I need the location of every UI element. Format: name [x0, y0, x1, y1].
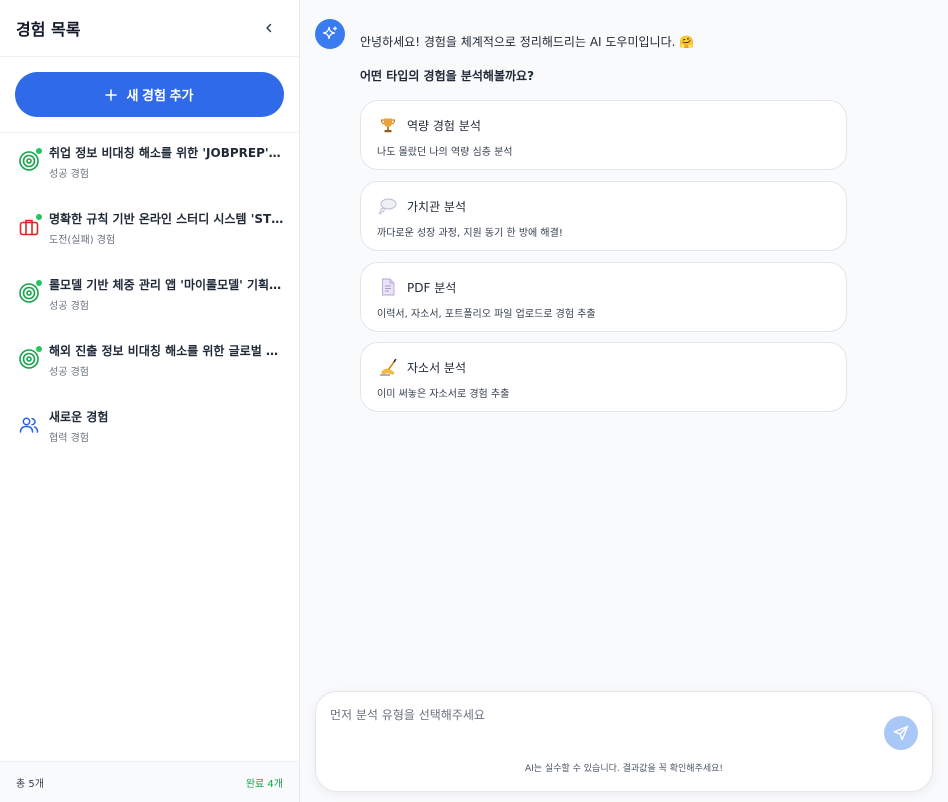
target-icon — [18, 148, 42, 172]
sparkle-icon — [322, 26, 338, 40]
writing-hand-icon — [377, 357, 399, 377]
add-experience-label: 새 경험 추가 — [126, 88, 194, 103]
experience-type: 성공 경험 — [49, 169, 89, 180]
experience-type: 성공 경험 — [49, 301, 89, 312]
experience-item[interactable]: 새로운 경험 협력 경험 — [0, 408, 299, 474]
total-count: 총 5개 — [16, 778, 44, 790]
chat-panel: 안녕하세요! 경험을 체계적으로 정리해드리는 AI 도우미입니다. 🤗 어떤 … — [300, 0, 948, 802]
completed-dot — [36, 346, 42, 352]
add-experience-button[interactable]: 새 경험 추가 — [15, 72, 284, 117]
option-description: 까다로운 성장 과정, 지원 동기 한 방에 해결! — [377, 228, 563, 239]
briefcase-icon — [18, 214, 42, 238]
send-icon — [893, 725, 909, 741]
users-icon — [18, 414, 40, 436]
experience-item[interactable]: 롤모델 기반 체중 관리 앱 '마이롤모델' 기획 및 개발 성공 경험 — [0, 276, 299, 342]
sidebar-title: 경험 목록 — [16, 20, 81, 39]
option-label: 자소서 분석 — [407, 360, 467, 375]
ai-greeting: 안녕하세요! 경험을 체계적으로 정리해드리는 AI 도우미입니다. 🤗 — [360, 35, 695, 49]
target-icon — [18, 280, 42, 304]
analysis-option-pdf[interactable]: PDF 분석 이력서, 자소서, 포트폴리오 파일 업로드로 경험 추출 — [360, 262, 847, 332]
experience-title: 해외 진출 정보 비대칭 해소를 위한 글로벌 플랫폼 기획 — [49, 344, 284, 358]
message-input[interactable] — [330, 706, 870, 736]
option-description: 나도 몰랐던 나의 역량 심층 분석 — [377, 147, 513, 158]
experience-item[interactable]: 명확한 규칙 기반 온라인 스터디 시스템 'STUDY' 운영 도전(실패) … — [0, 210, 299, 276]
analysis-option-competency[interactable]: 역량 경험 분석 나도 몰랐던 나의 역량 심층 분석 — [360, 100, 847, 170]
experience-type: 도전(실패) 경험 — [49, 235, 116, 246]
plus-icon — [105, 88, 118, 101]
option-label: 가치관 분석 — [407, 199, 467, 214]
chevron-left-icon — [266, 23, 272, 33]
collapse-sidebar-button[interactable] — [257, 16, 281, 40]
experience-type: 협력 경험 — [49, 433, 89, 444]
completed-dot — [36, 280, 42, 286]
experience-item[interactable]: 취업 정보 비대칭 해소를 위한 'JOBPREP' 서비스 기획 성공 경험 — [0, 144, 299, 210]
sidebar-header: 경험 목록 — [0, 0, 299, 57]
option-label: PDF 분석 — [407, 280, 457, 295]
option-description: 이미 써놓은 자소서로 경험 추출 — [377, 389, 510, 400]
send-button[interactable] — [884, 716, 918, 750]
thought-bubble-icon — [377, 196, 399, 216]
completed-count: 완료 4개 — [245, 778, 283, 790]
analysis-option-values[interactable]: 가치관 분석 까다로운 성장 과정, 지원 동기 한 방에 해결! — [360, 181, 847, 251]
trophy-icon — [377, 115, 399, 135]
chat-input-box: AI는 실수할 수 있습니다. 결과값을 꼭 확인해주세요! — [315, 691, 933, 792]
experience-title: 새로운 경험 — [49, 410, 109, 424]
experience-title: 롤모델 기반 체중 관리 앱 '마이롤모델' 기획 및 개발 — [49, 278, 284, 292]
option-label: 역량 경험 분석 — [407, 118, 481, 133]
add-experience-section: 새 경험 추가 — [0, 57, 299, 133]
experience-list: 취업 정보 비대칭 해소를 위한 'JOBPREP' 서비스 기획 성공 경험 … — [0, 144, 299, 474]
completed-dot — [36, 148, 42, 154]
option-description: 이력서, 자소서, 포트폴리오 파일 업로드로 경험 추출 — [377, 309, 596, 320]
analysis-question: 어떤 타입의 경험을 분석해볼까요? — [360, 69, 535, 83]
sidebar-footer: 총 5개 완료 4개 — [0, 761, 299, 802]
ai-disclaimer: AI는 실수할 수 있습니다. 결과값을 꼭 확인해주세요! — [524, 764, 724, 774]
experience-type: 성공 경험 — [49, 367, 89, 378]
experience-item[interactable]: 해외 진출 정보 비대칭 해소를 위한 글로벌 플랫폼 기획 성공 경험 — [0, 342, 299, 408]
experience-title: 명확한 규칙 기반 온라인 스터디 시스템 'STUDY' 운영 — [49, 212, 284, 226]
experience-sidebar: 경험 목록 새 경험 추가 취업 정보 비대칭 해소를 위한 'JOBPREP'… — [0, 0, 300, 802]
target-icon — [18, 346, 42, 370]
ai-avatar — [315, 19, 345, 49]
document-icon — [377, 277, 399, 297]
completed-dot — [36, 214, 42, 220]
analysis-option-cover-letter[interactable]: 자소서 분석 이미 써놓은 자소서로 경험 추출 — [360, 342, 847, 412]
experience-title: 취업 정보 비대칭 해소를 위한 'JOBPREP' 서비스 기획 — [49, 146, 284, 160]
